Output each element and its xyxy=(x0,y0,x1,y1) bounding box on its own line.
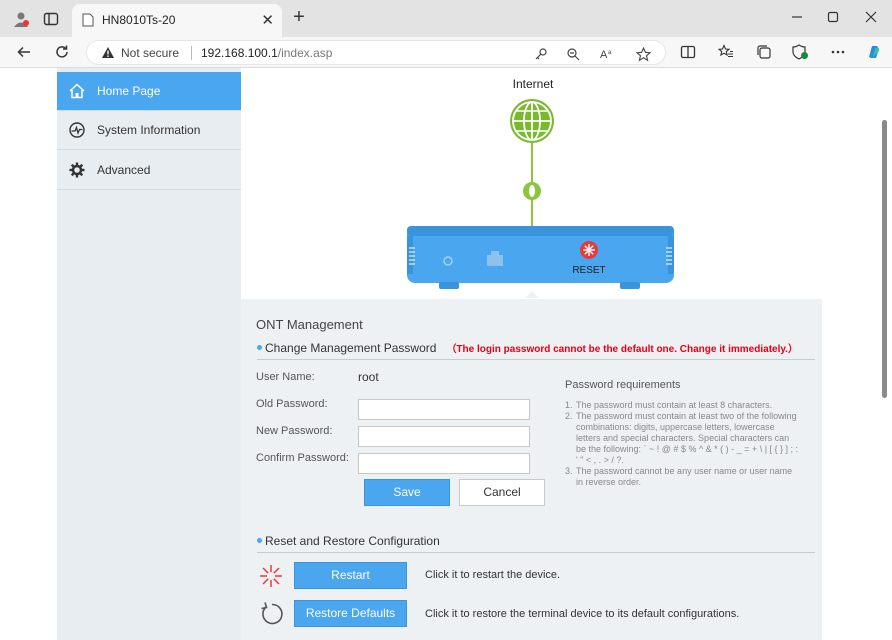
old-password-label: Old Password: xyxy=(256,398,328,410)
sidebar-item-home-page[interactable]: Home Page xyxy=(57,72,250,111)
requirement-text: The password must contain at least two o… xyxy=(576,411,799,465)
gear-icon xyxy=(57,161,97,179)
gauge-icon xyxy=(57,121,97,139)
topology-graphic: RESET xyxy=(407,99,674,298)
change-password-header: Change Management Password （The login pas… xyxy=(257,340,815,360)
default-password-warning: （The login password cannot be the defaul… xyxy=(446,344,798,356)
scrollbar-thumb[interactable] xyxy=(882,120,887,398)
maximize-icon[interactable] xyxy=(818,6,848,30)
key-icon[interactable] xyxy=(533,46,549,62)
home-icon xyxy=(57,82,97,100)
refresh-icon[interactable] xyxy=(50,41,74,63)
save-button[interactable]: Save xyxy=(364,479,450,506)
favorites-icon[interactable] xyxy=(714,41,738,63)
collections-icon[interactable] xyxy=(752,41,776,63)
username-label: User Name: xyxy=(256,371,315,383)
old-password-input[interactable] xyxy=(358,399,530,420)
reset-label: RESET xyxy=(572,265,605,276)
restart-button[interactable]: Restart xyxy=(294,562,407,589)
new-password-label: New Password: xyxy=(256,425,333,437)
not-secure-label: Not secure xyxy=(121,46,180,60)
svg-text:A: A xyxy=(600,49,608,61)
confirm-password-label: Confirm Password: xyxy=(256,452,349,464)
ont-management-panel: ONT Management Change Management Passwor… xyxy=(241,299,822,640)
section-bullet xyxy=(257,538,262,544)
link-status-icon xyxy=(523,182,541,200)
password-requirements-title: Password requirements xyxy=(565,379,681,391)
zoom-icon[interactable] xyxy=(565,46,581,62)
change-password-heading: Change Management Password xyxy=(265,340,437,355)
browser-tab[interactable]: HN8010Ts-20 ✕ xyxy=(72,4,282,37)
new-tab-button[interactable]: + xyxy=(288,6,310,29)
page-scrollbar[interactable] xyxy=(880,74,888,640)
url-field[interactable]: Not secure 192.168.100.1/index.asp Aa xyxy=(86,40,666,65)
section-bullet xyxy=(257,345,262,351)
minimize-icon[interactable] xyxy=(782,6,812,30)
back-icon[interactable] xyxy=(12,41,36,63)
cancel-button[interactable]: Cancel xyxy=(459,479,545,506)
confirm-password-input[interactable] xyxy=(358,453,530,474)
requirement-item: 1. The password must contain at least 8 c… xyxy=(565,400,773,410)
sidebar-item-label: Advanced xyxy=(97,163,151,177)
sidebar-item-advanced[interactable]: Advanced xyxy=(57,151,241,190)
read-aloud-icon[interactable]: Aa xyxy=(599,46,615,62)
sidebar-item-system-information[interactable]: System Information xyxy=(57,111,241,150)
warning-icon[interactable] xyxy=(101,46,115,62)
reset-restore-header: Reset and Restore Configuration xyxy=(257,533,815,553)
sidebar-item-label: Home Page xyxy=(97,84,161,98)
restore-defaults-button[interactable]: Restore Defaults xyxy=(294,600,407,627)
restore-description: Click it to restore the terminal device … xyxy=(425,608,740,620)
tab-title: HN8010Ts-20 xyxy=(102,13,176,27)
browser-address-bar: Not secure 192.168.100.1/index.asp Aa xyxy=(0,37,892,68)
page-icon xyxy=(82,13,94,30)
password-requirements-list: 1. The password must contain at least 8 c… xyxy=(565,400,801,488)
requirement-item: 3. The password cannot be any user name o… xyxy=(565,466,793,487)
favorite-star-icon[interactable] xyxy=(635,46,651,62)
profile-icon[interactable] xyxy=(10,8,32,30)
page-title: ONT Management xyxy=(256,317,363,332)
svg-text:a: a xyxy=(608,50,612,56)
requirement-item: 2. The password must contain at least two… xyxy=(565,411,799,465)
page-viewport: Home Page System Information Advanced In… xyxy=(0,68,892,640)
requirement-text: The password must contain at least 8 cha… xyxy=(576,400,773,410)
copilot-icon[interactable] xyxy=(862,41,886,63)
more-menu-icon[interactable] xyxy=(826,41,850,63)
tab-actions-icon[interactable] xyxy=(40,8,62,30)
browser-essentials-icon[interactable] xyxy=(788,41,812,63)
main-content: Internet RESET ONT Management Change Man… xyxy=(241,68,822,640)
network-diagram: Internet RESET xyxy=(241,68,822,298)
restart-description: Click it to restart the device. xyxy=(425,569,561,581)
globe-icon xyxy=(510,99,554,143)
url-text: 192.168.100.1/index.asp xyxy=(201,46,332,60)
browser-tab-bar: HN8010Ts-20 ✕ + xyxy=(0,0,892,37)
url-divider xyxy=(191,46,192,60)
sidebar: Home Page System Information Advanced xyxy=(57,68,250,640)
url-path: /index.asp xyxy=(277,46,333,60)
ont-device-icon xyxy=(407,226,674,289)
url-host: 192.168.100.1 xyxy=(201,46,278,60)
requirement-text: The password cannot be any user name or … xyxy=(576,466,793,487)
restore-icon xyxy=(259,601,285,630)
reset-restore-heading: Reset and Restore Configuration xyxy=(265,533,440,548)
split-screen-icon[interactable] xyxy=(676,41,700,63)
restart-icon xyxy=(259,564,283,591)
username-value: root xyxy=(358,370,379,384)
new-password-input[interactable] xyxy=(358,426,530,447)
window-close-icon[interactable] xyxy=(856,6,886,30)
tab-close-icon[interactable]: ✕ xyxy=(261,11,274,29)
sidebar-item-label: System Information xyxy=(97,123,201,137)
